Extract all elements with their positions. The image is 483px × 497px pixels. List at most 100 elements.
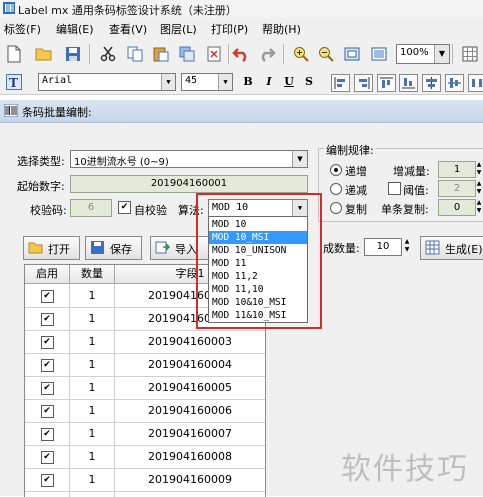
step-input[interactable]: 1: [438, 161, 476, 178]
align-bottom-button[interactable]: [399, 74, 418, 92]
threshold-checkbox[interactable]: [388, 182, 401, 195]
zoom-out-button[interactable]: [315, 43, 337, 65]
table-row[interactable]: ✔ 1201904160009: [25, 468, 265, 492]
column-header-quantity[interactable]: 数量: [70, 265, 115, 284]
table-row[interactable]: ✔1201904160010: [25, 491, 265, 497]
cut-button[interactable]: [97, 43, 119, 65]
row-enabled-checkbox[interactable]: ✔: [41, 474, 54, 487]
new-file-button[interactable]: [3, 43, 25, 65]
text-tool-button[interactable]: T: [3, 71, 25, 93]
chevron-down-icon[interactable]: ▼: [161, 74, 175, 90]
strikethrough-button[interactable]: S: [300, 73, 318, 91]
table-row[interactable]: ✔ 1201904160007: [25, 422, 265, 446]
column-header-enabled[interactable]: 启用: [25, 265, 70, 284]
increment-radio[interactable]: [330, 164, 342, 176]
row-enabled-checkbox[interactable]: ✔: [41, 451, 54, 464]
quantity-cell[interactable]: 1: [70, 399, 115, 422]
align-top-button[interactable]: [377, 74, 396, 92]
menu-edit[interactable]: 编辑(E): [56, 21, 94, 37]
undo-button[interactable]: [230, 43, 252, 65]
decrement-radio[interactable]: [330, 183, 342, 195]
single-copy-input[interactable]: 0: [438, 199, 476, 216]
generate-button[interactable]: 生成(E): [420, 236, 483, 260]
quantity-cell[interactable]: 1: [70, 468, 115, 491]
type-select[interactable]: 10进制流水号 (0~9) ▼: [70, 150, 308, 168]
table-row[interactable]: ✔ 1201904160005: [25, 376, 265, 400]
row-enabled-checkbox[interactable]: ✔: [41, 405, 54, 418]
row-enabled-checkbox[interactable]: ✔: [41, 382, 54, 395]
quantity-cell[interactable]: 1: [70, 445, 115, 468]
field1-cell[interactable]: 201904160004: [115, 353, 265, 376]
font-name-select[interactable]: Arial ▼: [38, 73, 176, 91]
menu-layer[interactable]: 图层(L): [160, 21, 197, 37]
row-enabled-checkbox[interactable]: ✔: [41, 336, 54, 349]
copy-radio[interactable]: [330, 202, 342, 214]
row-enabled-checkbox[interactable]: ✔: [41, 359, 54, 372]
align-center-v-button[interactable]: [445, 74, 464, 92]
chevron-down-icon[interactable]: ▼: [292, 151, 307, 167]
row-enabled-checkbox[interactable]: ✔: [41, 428, 54, 441]
field1-cell[interactable]: 201904160007: [115, 422, 265, 445]
save-file-button[interactable]: [62, 43, 84, 65]
threshold-input[interactable]: 2: [438, 180, 476, 197]
menu-help[interactable]: 帮助(H): [262, 21, 301, 37]
check-code-input[interactable]: 6: [70, 199, 112, 217]
table-row[interactable]: ✔ 1201904160003: [25, 330, 265, 354]
chevron-up-icon[interactable]: ▲: [476, 161, 482, 169]
chevron-down-icon[interactable]: ▼: [434, 45, 449, 63]
open-button[interactable]: 打开: [23, 236, 80, 260]
table-row[interactable]: ✔ 1201904160006: [25, 399, 265, 423]
field1-cell[interactable]: 201904160005: [115, 376, 265, 399]
font-size-select[interactable]: 45 ▼: [181, 73, 233, 91]
field1-cell[interactable]: 201904160006: [115, 399, 265, 422]
start-number-input[interactable]: 201904160001: [70, 175, 308, 193]
open-file-button[interactable]: [33, 43, 55, 65]
chevron-up-icon[interactable]: ▲: [476, 199, 482, 207]
generate-count-input[interactable]: 10: [364, 238, 402, 256]
chevron-down-icon[interactable]: ▼: [476, 169, 482, 177]
align-right-button[interactable]: [354, 74, 373, 92]
quantity-cell[interactable]: 1: [70, 491, 115, 497]
copy-button[interactable]: [124, 43, 146, 65]
distribute-button[interactable]: [468, 74, 483, 92]
chevron-down-icon[interactable]: ▼: [476, 207, 482, 215]
quantity-cell[interactable]: 1: [70, 353, 115, 376]
fit-page-button[interactable]: [341, 43, 363, 65]
quantity-cell[interactable]: 1: [70, 307, 115, 330]
underline-button[interactable]: U: [280, 73, 298, 91]
field1-cell[interactable]: 201904160009: [115, 468, 265, 491]
quantity-cell[interactable]: 1: [70, 330, 115, 353]
field1-cell[interactable]: 201904160003: [115, 330, 265, 353]
chevron-up-icon[interactable]: ▲: [402, 238, 412, 246]
quantity-cell[interactable]: 1: [70, 422, 115, 445]
chevron-down-icon[interactable]: ▼: [476, 188, 482, 196]
chevron-up-icon[interactable]: ▲: [476, 180, 482, 188]
align-left-button[interactable]: [331, 74, 350, 92]
row-enabled-checkbox[interactable]: ✔: [41, 290, 54, 303]
grid-button[interactable]: [459, 43, 481, 65]
table-row[interactable]: ✔ 1201904160004: [25, 353, 265, 377]
zoom-select[interactable]: 100% ▼: [396, 44, 450, 64]
menu-view[interactable]: 查看(V): [109, 21, 147, 37]
auto-check-checkbox[interactable]: ✔: [118, 201, 131, 214]
bold-button[interactable]: B: [239, 73, 257, 91]
italic-button[interactable]: I: [260, 73, 278, 91]
field1-cell[interactable]: 201904160008: [115, 445, 265, 468]
zoom-in-button[interactable]: [290, 43, 312, 65]
save-button[interactable]: 保存: [85, 236, 142, 260]
quantity-cell[interactable]: 1: [70, 284, 115, 307]
redo-button[interactable]: [256, 43, 278, 65]
table-row[interactable]: ✔ 1201904160008: [25, 445, 265, 469]
field1-cell[interactable]: 201904160010: [115, 491, 265, 497]
align-center-h-button[interactable]: [422, 74, 441, 92]
menu-label[interactable]: 标签(F): [4, 21, 41, 37]
actual-size-button[interactable]: [368, 43, 390, 65]
chevron-down-icon[interactable]: ▼: [218, 74, 232, 90]
row-enabled-checkbox[interactable]: ✔: [41, 313, 54, 326]
layer-button[interactable]: [176, 43, 198, 65]
quantity-cell[interactable]: 1: [70, 376, 115, 399]
menu-print[interactable]: 打印(P): [211, 21, 248, 37]
delete-button[interactable]: [203, 43, 225, 65]
paste-button[interactable]: [150, 43, 172, 65]
chevron-down-icon[interactable]: ▼: [402, 246, 412, 254]
